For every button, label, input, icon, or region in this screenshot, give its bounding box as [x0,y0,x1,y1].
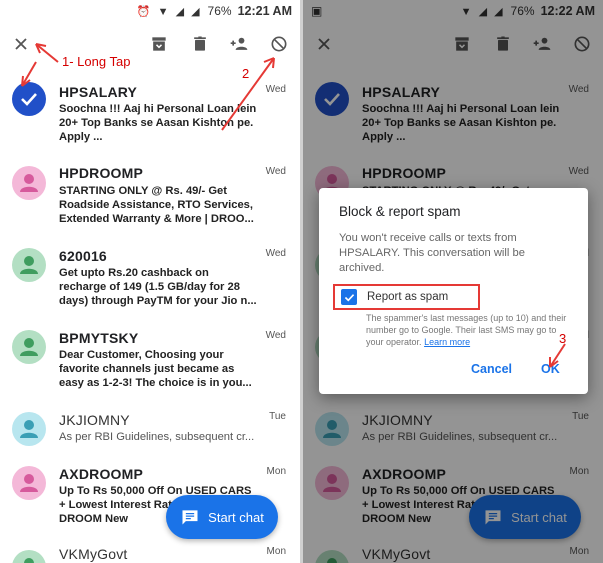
conversation-item[interactable]: VKMyGovt Mon [0,544,300,563]
block-icon[interactable] [266,30,292,58]
annotation-step3: 3 [559,331,567,346]
sender-name: HPSALARY [59,84,138,100]
annotation-step2: 2 [242,66,250,81]
conversation-item[interactable]: JKJIOMNY Tue As per RBI Guidelines, subs… [0,408,300,460]
annotation-step1: 1- Long Tap [62,54,131,69]
person-icon [20,474,38,492]
cancel-button[interactable]: Cancel [471,362,512,376]
message-snippet: Get upto Rs.20 cashback on recharge of 1… [59,267,257,307]
sender-name: JKJIOMNY [59,412,130,428]
conversation-item[interactable]: BPMYTSKY Wed Dear Customer, Choosing you… [0,320,300,400]
learn-more-link[interactable]: Learn more [424,337,470,347]
avatar [12,466,46,500]
right-screenshot: ▣ ▼ ◢ ◢ 76% 12:22 AM HPSALARY Wed Soochn… [303,0,603,563]
left-screenshot: ⏰ ▼ ◢ ◢ 76% 12:21 AM HPSALARY Wed Soochn… [0,0,300,563]
archive-icon[interactable] [146,30,172,58]
status-bar: ⏰ ▼ ◢ ◢ 76% 12:21 AM [0,0,300,22]
message-snippet: STARTING ONLY @ Rs. 49/- Get Roadside As… [59,185,254,225]
avatar [12,330,46,364]
person-icon [20,338,38,356]
chat-icon [182,510,198,525]
block-report-dialog: Block & report spam You won't receive ca… [319,188,588,394]
message-day: Wed [265,248,286,259]
conversation-item[interactable]: HPDROOMP Wed STARTING ONLY @ Rs. 49/- Ge… [0,156,300,236]
avatar [12,166,46,200]
sender-name: HPDROOMP [59,165,144,181]
message-day: Mon [266,546,286,557]
message-day: Wed [265,166,286,177]
conversation-item[interactable]: 620016 Wed Get upto Rs.20 cashback on re… [0,238,300,318]
message-snippet: Dear Customer, Choosing your favorite ch… [59,349,252,389]
avatar [12,248,46,282]
report-spam-checkbox-row[interactable]: Report as spam [333,284,480,310]
clock: 12:21 AM [237,4,292,18]
dialog-body: You won't receive calls or texts from HP… [339,232,525,274]
message-day: Tue [269,411,286,422]
selection-toolbar [0,30,300,62]
person-icon [20,174,38,192]
avatar [12,550,46,563]
dialog-title: Block & report spam [339,204,461,219]
avatar [12,412,46,446]
person-icon [20,420,38,438]
check-icon [344,293,354,302]
person-icon [20,256,38,274]
person-icon [24,558,34,563]
message-day: Wed [265,330,286,341]
status-icons: ⏰ ▼ ◢ ◢ [136,5,202,18]
selected-check-avatar [12,82,46,116]
message-snippet: Soochna !!! Aaj hi Personal Loan lein 20… [59,103,257,143]
message-snippet: As per RBI Guidelines, subsequent cr... [59,431,255,443]
close-icon[interactable] [8,30,34,58]
sender-name: 620016 [59,248,107,264]
start-chat-label: Start chat [208,509,264,525]
message-day: Wed [265,84,286,95]
message-day: Mon [266,466,286,477]
battery-level: 76% [207,4,232,18]
sender-name: BPMYTSKY [59,330,139,346]
check-icon [21,93,37,106]
add-contact-icon[interactable] [226,30,252,58]
report-spam-checkbox[interactable] [341,289,357,305]
start-chat-button[interactable]: Start chat [166,495,278,539]
report-spam-label: Report as spam [367,291,449,303]
delete-icon[interactable] [187,30,213,58]
ok-button[interactable]: OK [541,362,560,376]
conversation-item[interactable]: HPSALARY Wed Soochna !!! Aaj hi Personal… [0,74,300,154]
sender-name: VKMyGovt [59,546,128,562]
dialog-note: The spammer's last messages (up to 10) a… [366,312,576,348]
sender-name: AXDROOMP [59,466,144,482]
